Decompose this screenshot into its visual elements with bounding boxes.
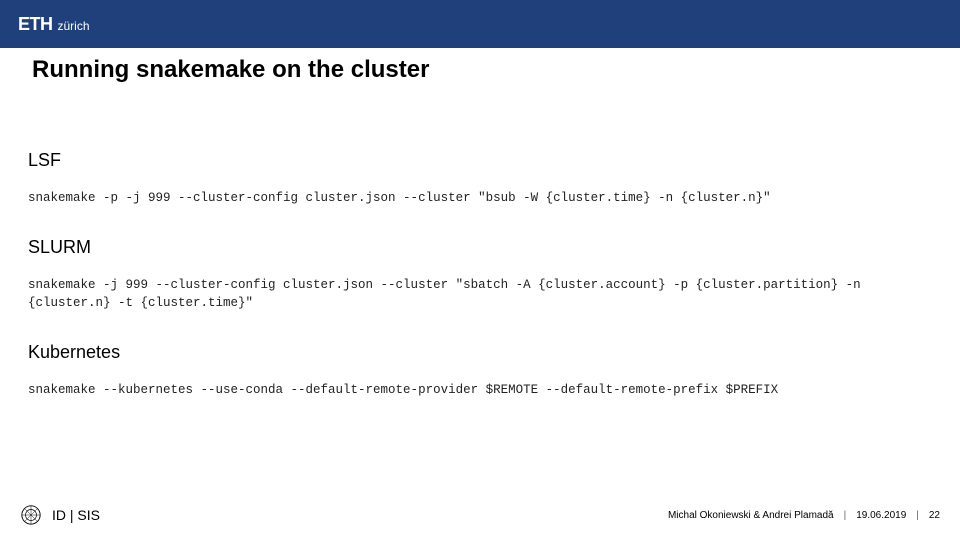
divider-icon: | xyxy=(844,510,847,521)
section-heading-slurm: SLURM xyxy=(28,237,932,258)
slide: ETH zürich Running snakemake on the clus… xyxy=(0,0,960,540)
title-bar: Running snakemake on the cluster xyxy=(14,48,960,92)
divider-icon: | xyxy=(916,510,919,521)
seal-icon xyxy=(20,504,42,526)
eth-logo-sub: zürich xyxy=(58,19,90,33)
content-area: LSF snakemake -p -j 999 --cluster-config… xyxy=(28,120,932,400)
header-bar: ETH zürich xyxy=(0,0,960,48)
footer-date: 19.06.2019 xyxy=(856,510,906,521)
eth-logo-main: ETH xyxy=(18,14,53,35)
page-title: Running snakemake on the cluster xyxy=(32,56,429,84)
eth-logo: ETH zürich xyxy=(18,14,90,35)
footer-right: Michal Okoniewski & Andrei Plamadă | 19.… xyxy=(668,510,940,521)
command-slurm: snakemake -j 999 --cluster-config cluste… xyxy=(28,276,932,312)
section-heading-kubernetes: Kubernetes xyxy=(28,342,932,363)
footer-department: ID | SIS xyxy=(52,507,100,523)
footer-left: ID | SIS xyxy=(20,504,100,526)
command-lsf: snakemake -p -j 999 --cluster-config clu… xyxy=(28,189,932,207)
footer: ID | SIS Michal Okoniewski & Andrei Plam… xyxy=(0,498,960,532)
footer-page: 22 xyxy=(929,510,940,521)
command-kubernetes: snakemake --kubernetes --use-conda --def… xyxy=(28,381,932,399)
section-heading-lsf: LSF xyxy=(28,150,932,171)
footer-authors: Michal Okoniewski & Andrei Plamadă xyxy=(668,510,834,521)
